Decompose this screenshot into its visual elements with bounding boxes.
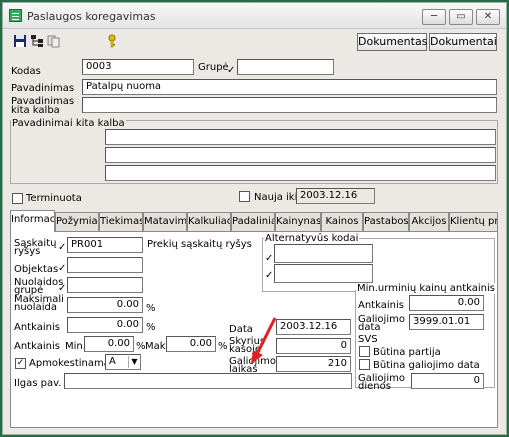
ilgas-pav-label: Ilgas pav. [14,378,62,389]
min-input[interactable]: 0.00 [84,336,134,352]
butina-galiojimo-checkbox[interactable] [359,359,370,370]
alt-kodai-title: Alternatyvūs kodai [264,233,360,244]
maks-label-2: nuolaida [14,302,57,313]
annotation-arrow [251,317,277,364]
pavadinimas-label: Pavadinimas [11,83,75,94]
min-antkainis-input[interactable]: 0.00 [409,295,484,311]
nauja-iki-input[interactable]: 2003.12.16 [296,188,375,204]
app-icon [9,9,22,22]
grupe-label: Grupė [198,62,229,73]
pavadinimai-kita-title: Pavadinimai kita kalba [11,118,126,129]
tab-pozymiai[interactable]: Požymiai [55,212,99,231]
mak-pct-label: % [218,341,228,352]
apmokestinama-label: Apmokestinama [29,358,110,369]
terminuota-label: Terminuota [26,193,82,204]
dokumentas-button[interactable]: Dokumentas [357,33,427,51]
tab-informac[interactable]: Informac [10,210,55,232]
tab-kainos[interactable]: Kainos [321,212,363,231]
pavadinimas-input[interactable]: Patalpų nuoma [82,79,497,95]
pavadinimai-kita-input-2[interactable] [105,147,496,163]
alt-kodai-check-icon-1: ✓ [265,253,274,264]
window-title: Paslaugos koregavimas [27,10,156,23]
maks-nuolaida-input[interactable]: 0.00 [67,297,143,313]
antkainis-input[interactable]: 0.00 [67,317,143,333]
tab-klientu-pr[interactable]: Klientų pr [449,212,498,231]
butina-partija-checkbox[interactable] [359,346,370,357]
saskaitu-input[interactable]: PR001 [67,237,143,253]
chevron-down-icon[interactable]: ▼ [128,356,140,368]
objektas-input[interactable] [67,257,143,273]
close-button[interactable]: ✕ [476,9,500,25]
alt-kodai-check-icon-2: ✓ [265,270,274,281]
informac-panel: Sąskaitų ryšys ✓ PR001 Prekių sąskaitų r… [10,231,498,428]
min-galiojimo-input[interactable]: 3999.01.01 [409,314,484,330]
min-galiojimo-label-2: data [358,322,381,333]
butina-partija-label: Būtina partija [373,347,441,358]
grupe-input[interactable] [237,59,334,75]
window-frame: Paslaugos koregavimas ─ ▭ ✕ Dokumentas D… [2,2,507,435]
min-antkainis-label: Antkainis [358,300,404,311]
galiojimo-dienos-label-2: dienos [358,381,391,392]
tab-matavima[interactable]: Matavima [143,212,187,231]
pavadinimai-kita-input-1[interactable] [105,129,496,145]
tab-kainynas[interactable]: Kainynas [275,212,321,231]
mak-input[interactable]: 0.00 [166,336,216,352]
alt-kodai-input-1[interactable] [274,244,373,263]
prekiu-saskaitu-label: Prekių sąskaitų ryšys [147,239,252,250]
tab-pastabos[interactable]: Pastabos [363,212,409,231]
kodas-input[interactable]: 0003 [82,59,194,75]
tab-kalkuliac[interactable]: Kalkuliac [187,212,231,231]
tab-akcijos[interactable]: Akcijos [409,212,449,231]
kodas-label: Kodas [11,66,41,77]
butina-galiojimo-label: Būtina galiojimo data [373,360,480,371]
saskaitu-check-icon: ✓ [58,242,67,253]
nuolaidos-check-icon: ✓ [58,283,67,294]
galiojimo-laikas-input[interactable]: 210 [276,356,351,372]
maximize-button[interactable]: ▭ [449,9,473,25]
antkainis2-label: Antkainis [14,341,60,352]
objektas-check-icon: ✓ [58,263,67,274]
saskaitu-label-2: ryšys [14,246,41,257]
minimize-button[interactable]: ─ [422,9,446,25]
svs-title: SVS [358,334,378,345]
galiojimo-dienos-input[interactable]: 0 [411,373,484,389]
apmokestinama-checkbox[interactable]: ✓ [15,358,26,369]
min-urm-title: Min.urminių kainų antkainis [356,283,496,294]
pavadinimai-kita-input-3[interactable] [105,165,496,181]
objektas-label: Objektas [14,264,59,275]
dokumentai-button[interactable]: Dokumentai [429,33,497,51]
antkainis-label: Antkainis [14,322,60,333]
alt-kodai-input-2[interactable] [274,264,373,283]
title-bar: Paslaugos koregavimas ─ ▭ ✕ [3,3,506,29]
nauja-iki-checkbox[interactable] [239,191,250,202]
nauja-iki-label: Nauja iki [254,192,298,203]
antkainis-pct-label: % [146,322,156,333]
pavadinimas-kita-input[interactable] [82,97,497,113]
tree-icon[interactable] [30,34,44,48]
ilgas-pav-input[interactable] [64,373,352,389]
tab-tiekimas[interactable]: Tiekimas [99,212,143,231]
maks-pct-label: % [146,303,156,314]
skyrius-input[interactable]: 0 [276,338,351,354]
save-icon[interactable] [13,34,27,48]
pavadinimas-kita-label-2: kita kalba [11,105,60,116]
key-icon[interactable] [105,34,119,48]
tab-padalinia[interactable]: Padalinia [231,212,275,231]
app-window: Paslaugos koregavimas ─ ▭ ✕ Dokumentas D… [0,0,509,437]
terminuota-checkbox[interactable] [12,193,23,204]
min-label: Min. [65,341,86,352]
data-input[interactable]: 2003.12.16 [276,319,351,335]
copy-icon[interactable] [47,34,61,48]
nuolaidos-input[interactable] [67,277,143,293]
grupe-check-icon: ✓ [227,65,236,76]
